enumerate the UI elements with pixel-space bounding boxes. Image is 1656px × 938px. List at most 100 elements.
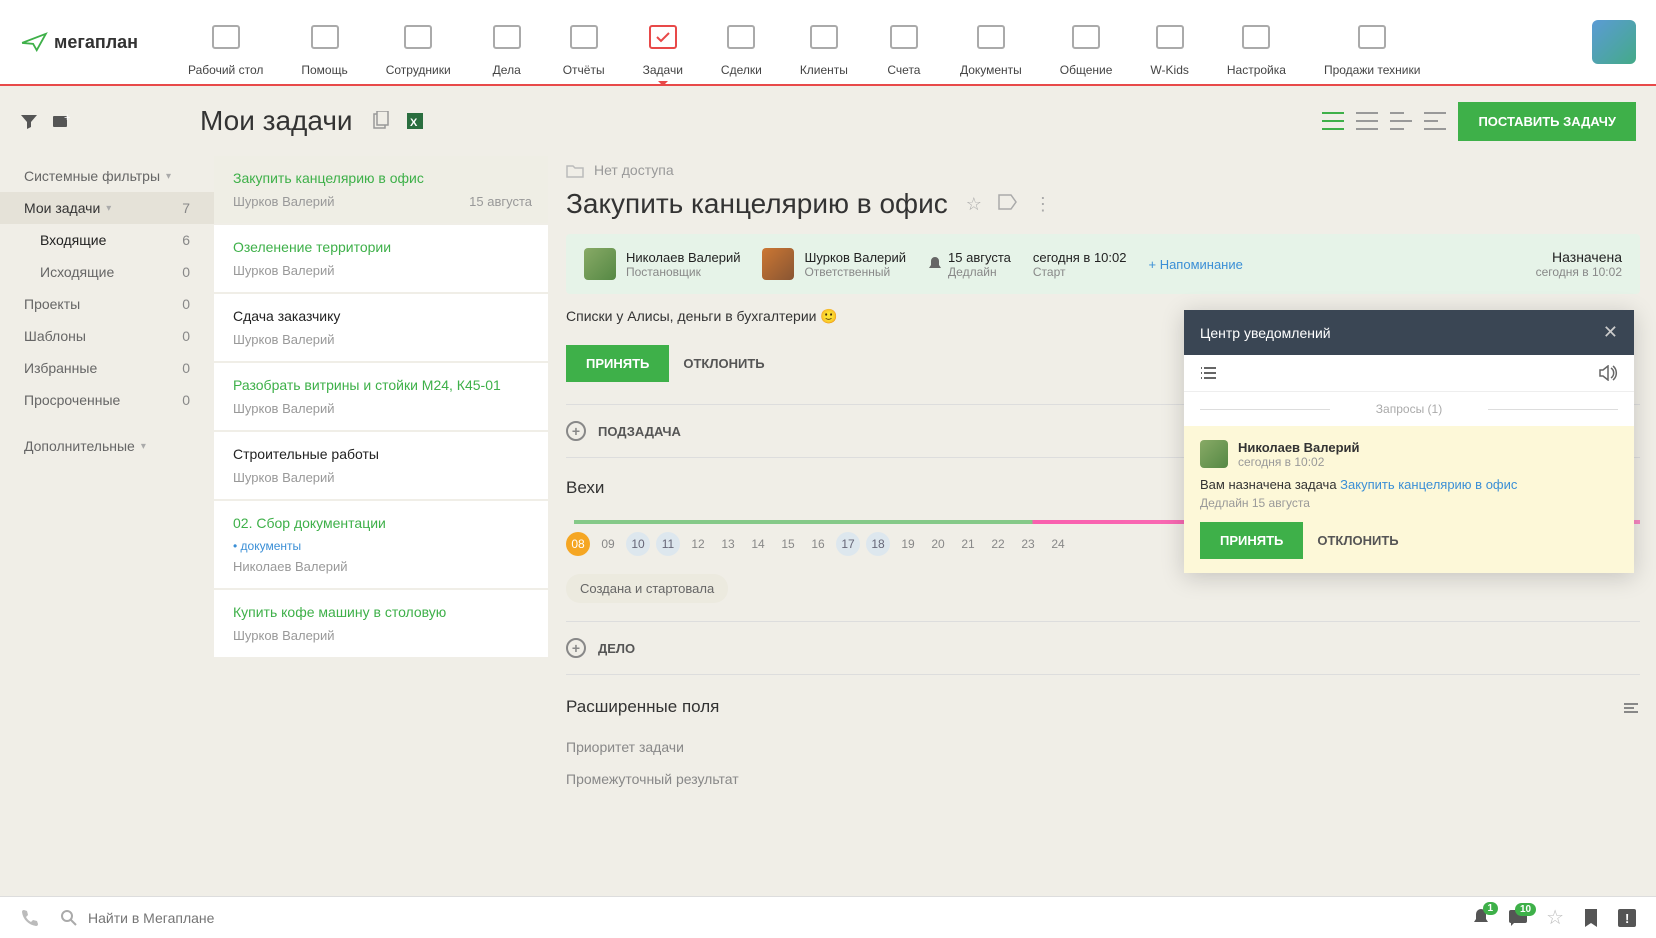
create-task-button[interactable]: ПОСТАВИТЬ ЗАДАЧУ — [1458, 102, 1636, 141]
timeline-day[interactable]: 20 — [926, 532, 950, 556]
sidebar-item[interactable]: Избранные0 — [0, 352, 214, 384]
sidebar-system-filters[interactable]: Системные фильтры▾ — [0, 160, 214, 192]
interim-result-field[interactable]: Промежуточный результат — [566, 763, 1640, 795]
timeline-day[interactable]: 11 — [656, 532, 680, 556]
task-assignee: Шурков Валерий — [233, 194, 335, 209]
task-card[interactable]: Закупить канцелярию в офисШурков Валерий… — [214, 156, 548, 223]
timeline-day[interactable]: 24 — [1046, 532, 1070, 556]
deadline[interactable]: 15 августаДедлайн — [928, 250, 1011, 279]
collapse-icon[interactable] — [1622, 700, 1640, 714]
add-folder-icon[interactable]: + — [52, 113, 70, 129]
nav-item-6[interactable]: Сделки — [721, 19, 762, 77]
timeline-day[interactable]: 21 — [956, 532, 980, 556]
task-card[interactable]: 02. Сбор документациидокументыНиколаев В… — [214, 501, 548, 588]
task-card[interactable]: Строительные работыШурков Валерий — [214, 432, 548, 499]
nav-item-3[interactable]: Дела — [489, 19, 525, 77]
copy-icon[interactable] — [371, 111, 391, 131]
notif-accept-button[interactable]: ПРИНЯТЬ — [1200, 522, 1303, 559]
task-card[interactable]: Купить кофе машину в столовуюШурков Вале… — [214, 590, 548, 657]
timeline-day[interactable]: 10 — [626, 532, 650, 556]
sidebar-item[interactable]: Шаблоны0 — [0, 320, 214, 352]
sidebar-item[interactable]: Просроченные0 — [0, 384, 214, 416]
task-link[interactable]: Закупить канцелярию в офис — [1340, 477, 1517, 492]
timeline-day[interactable]: 15 — [776, 532, 800, 556]
decline-button[interactable]: ОТКЛОНИТЬ — [683, 345, 764, 382]
task-title: Закупить канцелярию в офис ☆ ⋮ — [566, 188, 1640, 220]
notif-decline-button[interactable]: ОТКЛОНИТЬ — [1317, 522, 1398, 559]
extended-fields-heading[interactable]: Расширенные поля — [566, 697, 1640, 717]
creator[interactable]: Николаев ВалерийПостановщик — [584, 248, 740, 280]
timeline-day[interactable]: 16 — [806, 532, 830, 556]
accept-button[interactable]: ПРИНЯТЬ — [566, 345, 669, 382]
view-align-right-icon[interactable] — [1390, 112, 1412, 130]
notifications-icon[interactable]: 1 — [1472, 908, 1490, 928]
nav-item-4[interactable]: Отчёты — [563, 19, 605, 77]
global-search[interactable] — [60, 909, 1040, 927]
notification-card[interactable]: Николаев Валерийсегодня в 10:02 Вам назн… — [1184, 426, 1634, 573]
excel-export-icon[interactable]: X — [405, 111, 425, 131]
list-icon[interactable] — [1200, 366, 1218, 380]
nav-item-2[interactable]: Сотрудники — [386, 19, 451, 77]
timeline-day[interactable]: 12 — [686, 532, 710, 556]
nav-label: Рабочий стол — [188, 63, 263, 77]
search-input[interactable] — [88, 910, 1040, 926]
task-card[interactable]: Сдача заказчикуШурков Валерий — [214, 294, 548, 361]
alert-icon[interactable]: ! — [1618, 909, 1636, 927]
timeline-day[interactable]: 22 — [986, 532, 1010, 556]
sidebar-item[interactable]: Мои задачи▾7 — [0, 192, 214, 224]
nav-item-11[interactable]: W-Kids — [1150, 19, 1188, 77]
sound-icon[interactable] — [1598, 365, 1618, 381]
avatar — [762, 248, 794, 280]
nav-item-1[interactable]: Помощь — [301, 19, 347, 77]
nav-item-13[interactable]: Продажи техники — [1324, 19, 1421, 77]
logo[interactable]: мегаплан — [20, 32, 138, 53]
sidebar-item[interactable]: Входящие6 — [0, 224, 214, 256]
task-tag: документы — [233, 539, 532, 553]
phone-icon[interactable] — [20, 908, 40, 928]
view-list-icon[interactable] — [1356, 112, 1378, 130]
nav-item-8[interactable]: Счета — [886, 19, 922, 77]
nav-icon — [566, 19, 602, 55]
add-reminder-link[interactable]: + Напоминание — [1148, 257, 1242, 272]
nav-item-9[interactable]: Документы — [960, 19, 1022, 77]
task-assignee: Шурков Валерий — [233, 401, 335, 416]
task-card[interactable]: Разобрать витрины и стойки М24, К45-01Шу… — [214, 363, 548, 430]
nav-item-10[interactable]: Общение — [1060, 19, 1113, 77]
nav-icon — [1068, 19, 1104, 55]
star-icon[interactable]: ☆ — [1546, 905, 1564, 930]
view-columns-icon[interactable] — [1322, 112, 1344, 130]
star-icon[interactable]: ☆ — [966, 194, 982, 215]
nav-item-0[interactable]: Рабочий стол — [188, 19, 263, 77]
nav-item-12[interactable]: Настройка — [1227, 19, 1286, 77]
priority-field[interactable]: Приоритет задачи — [566, 731, 1640, 763]
timeline-day[interactable]: 13 — [716, 532, 740, 556]
chat-icon[interactable]: 10 — [1508, 909, 1528, 927]
timeline-day[interactable]: 19 — [896, 532, 920, 556]
logo-text: мегаплан — [54, 32, 138, 53]
nav-item-5[interactable]: Задачи — [643, 19, 683, 77]
nav-item-7[interactable]: Клиенты — [800, 19, 848, 77]
sidebar-item[interactable]: Проекты0 — [0, 288, 214, 320]
timeline-day[interactable]: 17 — [836, 532, 860, 556]
task-card[interactable]: Озеленение территорииШурков Валерий — [214, 225, 548, 292]
timeline-day[interactable]: 14 — [746, 532, 770, 556]
responsible[interactable]: Шурков ВалерийОтветственный — [762, 248, 906, 280]
user-avatar[interactable] — [1592, 20, 1636, 64]
timeline-day[interactable]: 09 — [596, 532, 620, 556]
timeline-day[interactable]: 23 — [1016, 532, 1040, 556]
sidebar-additional[interactable]: Дополнительные▾ — [0, 430, 214, 462]
bookmark-icon[interactable] — [1582, 908, 1600, 928]
task-date: 15 августа — [469, 194, 532, 209]
milestone-chip[interactable]: Создана и стартовала — [566, 574, 728, 603]
close-icon[interactable]: ✕ — [1603, 322, 1618, 343]
add-activity-row[interactable]: + ДЕЛО — [566, 621, 1640, 674]
timeline-day[interactable]: 08 — [566, 532, 590, 556]
timeline-day[interactable]: 18 — [866, 532, 890, 556]
more-icon[interactable]: ⋮ — [1034, 194, 1052, 215]
sidebar-item[interactable]: Исходящие0 — [0, 256, 214, 288]
view-align-left-icon[interactable] — [1424, 112, 1446, 130]
tag-icon[interactable] — [998, 194, 1018, 210]
sidebar-tools: + — [20, 113, 200, 129]
filter-icon[interactable] — [20, 113, 38, 129]
nav-icon — [1354, 19, 1390, 55]
